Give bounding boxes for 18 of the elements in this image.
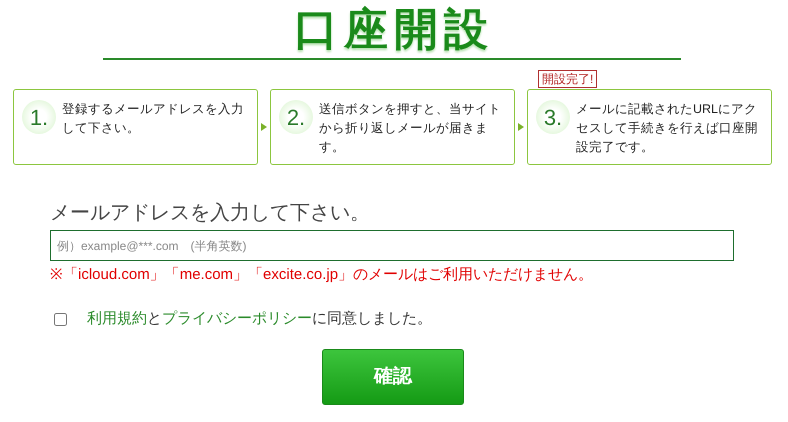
complete-badge: 開設完了! [538,70,598,88]
page-title: 口座開設 [294,6,494,54]
agreement-text: 利用規約 と プライバシーポリシーに同意しました。 [87,309,432,329]
email-field[interactable]: 例）example@***.com (半角英数) [50,230,734,261]
arrow-icon [261,123,267,131]
step-number: 3. [536,100,570,134]
email-note: ※「icloud.com」「me.com」「excite.co.jp」のメールはご利用いただけません。 [50,265,594,285]
agreement-link[interactable]: プライバシーポリシー [162,310,312,327]
agree-checkbox[interactable] [54,312,67,326]
step-text: 送信ボタンを押すと、当サイトから折り返しメールが届きます。 [319,101,502,156]
confirm-button[interactable]: 確認 [322,349,464,405]
email-label: メールアドレスを入力して下さい。 [50,201,371,225]
step-number: 2. [279,100,313,134]
agreement-link[interactable]: 利用規約 [87,310,147,327]
step-number: 1. [22,100,56,134]
step-text: 登録するメールアドレスを入力して下さい。 [62,101,245,137]
arrow-icon [518,123,524,131]
step-text: メールに記載されたURLにアクセスして手続きを行えば口座開設完了です。 [576,101,759,156]
